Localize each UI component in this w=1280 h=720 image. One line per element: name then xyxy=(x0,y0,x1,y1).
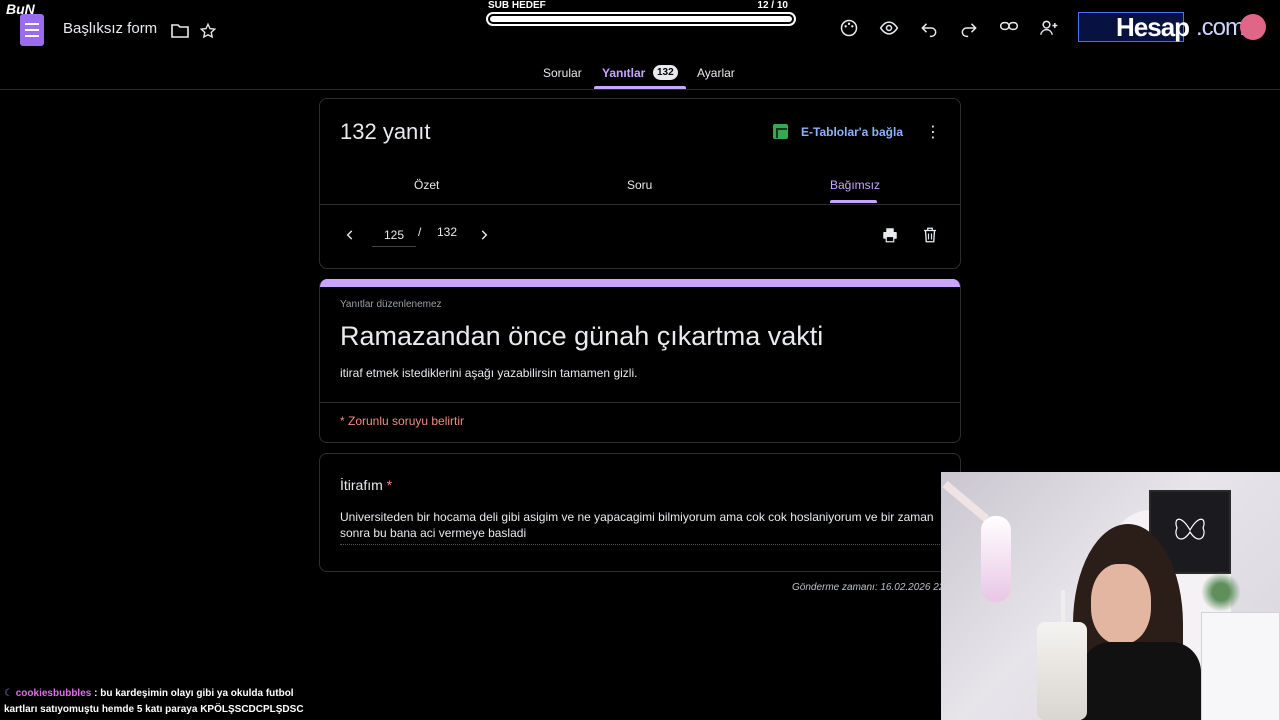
more-options-icon[interactable]: ⋮ xyxy=(923,123,943,143)
sub-goal-progress-fill xyxy=(490,16,792,22)
tab-questions[interactable]: Sorular xyxy=(543,66,582,80)
required-mark: * xyxy=(386,477,393,493)
delete-icon[interactable] xyxy=(918,223,942,247)
response-page-input[interactable]: 125 xyxy=(372,223,416,247)
theme-color-strip xyxy=(320,279,960,287)
star-icon[interactable] xyxy=(196,19,220,43)
sub-goal-progress-bar xyxy=(486,12,796,26)
tab-responses[interactable]: Yanıtlar xyxy=(602,66,645,80)
undo-icon[interactable] xyxy=(917,16,941,40)
active-tab-indicator xyxy=(594,86,686,89)
response-count: 132 yanıt xyxy=(340,119,431,144)
palette-icon[interactable] xyxy=(837,16,861,40)
divider xyxy=(320,204,960,205)
print-icon[interactable] xyxy=(878,223,902,247)
link-icon[interactable] xyxy=(997,14,1021,38)
sub-goal-count: 12 / 10 xyxy=(757,0,788,11)
preview-icon[interactable] xyxy=(877,16,901,40)
shelf xyxy=(1201,612,1280,720)
streamer-body xyxy=(1081,642,1201,720)
mic-arm xyxy=(942,480,989,522)
next-response-icon[interactable] xyxy=(472,223,496,247)
add-collaborator-icon[interactable] xyxy=(1037,16,1061,40)
folder-icon[interactable] xyxy=(168,19,192,43)
tumbler-cup xyxy=(1037,622,1087,720)
question-title: İtirafım * xyxy=(340,477,392,493)
form-title[interactable]: Başlıksız form xyxy=(63,20,157,37)
link-to-sheets-button[interactable]: E-Tablolar'a bağla xyxy=(801,125,903,139)
divider xyxy=(320,402,960,403)
active-subtab-indicator xyxy=(830,200,877,203)
forms-logo-icon[interactable] xyxy=(20,14,44,46)
tab-settings[interactable]: Ayarlar xyxy=(697,66,735,80)
answer-text: Universiteden bir hocama deli gibi asigi… xyxy=(340,509,944,545)
subtab-question[interactable]: Soru xyxy=(627,178,652,192)
plant xyxy=(1201,572,1241,612)
sponsor-brand: Hesap xyxy=(1116,12,1190,42)
form-header-card: Yanıtlar düzenlenemez Ramazandan önce gü… xyxy=(319,279,961,443)
required-note: * Zorunlu soruyu belirtir xyxy=(340,414,465,428)
microphone xyxy=(981,516,1011,602)
previous-response-icon[interactable] xyxy=(338,223,362,247)
chat-message: ☾ cookiesbubbles : bu kardeşimin olayı g… xyxy=(4,686,324,718)
submission-time: Gönderme zamanı: 16.02.2026 22: xyxy=(792,582,948,593)
redo-icon[interactable] xyxy=(957,16,981,40)
webcam-feed xyxy=(941,472,1280,720)
chat-user-icon: ☾ xyxy=(4,688,16,699)
responses-count-badge: 132 xyxy=(653,65,678,80)
avatar[interactable] xyxy=(1240,14,1266,40)
responses-card: 132 yanıt E-Tablolar'a bağla ⋮ Özet Soru… xyxy=(319,98,961,269)
top-bar: BuN Başlıksız form SUB HEDEF 12 / 10 Hes… xyxy=(0,0,1280,90)
butterfly-art-icon xyxy=(1175,518,1205,540)
question-card: İtirafım * Universiteden bir hocama deli… xyxy=(319,453,961,572)
form-heading: Ramazandan önce günah çıkartma vakti xyxy=(340,321,824,351)
stream-overlay-logo: BuN xyxy=(6,1,35,17)
form-description: itiraf etmek istediklerini aşağı yazabil… xyxy=(340,366,638,380)
sub-goal-overlay: SUB HEDEF 12 / 10 xyxy=(484,0,796,28)
streamer-face xyxy=(1091,564,1151,644)
sub-goal-label: SUB HEDEF xyxy=(488,0,546,11)
no-edit-note: Yanıtlar düzenlenemez xyxy=(340,299,442,310)
total-pages: 132 xyxy=(437,225,458,239)
main-tabs: Sorular Yanıtlar 132 Ayarlar xyxy=(0,64,1280,90)
question-label: İtirafım xyxy=(340,477,383,493)
subtab-summary[interactable]: Özet xyxy=(414,178,439,192)
page-separator: / xyxy=(418,225,422,239)
chat-username: cookiesbubbles xyxy=(15,688,92,699)
sheets-icon[interactable] xyxy=(773,124,788,139)
subtab-individual[interactable]: Bağımsız xyxy=(830,178,880,192)
